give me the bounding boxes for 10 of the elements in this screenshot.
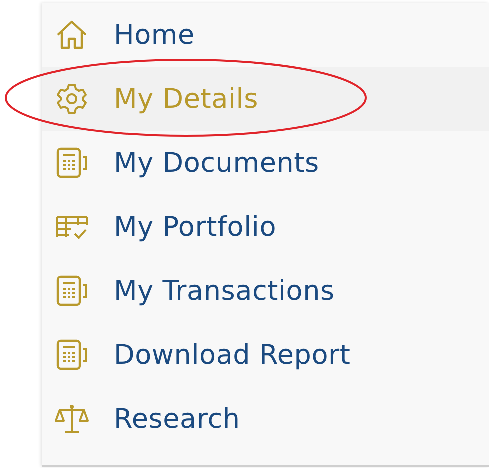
menu-item[interactable]: My Portfolio (42, 195, 489, 259)
menu-item[interactable]: Download Report (42, 323, 489, 387)
calculator-icon (54, 273, 90, 309)
calculator-icon (54, 337, 90, 373)
menu-item[interactable]: My Documents (42, 131, 489, 195)
menu-item[interactable]: Research (42, 387, 489, 451)
menu-item[interactable]: My Transactions (42, 259, 489, 323)
calculator-icon (54, 145, 90, 181)
settings-icon (54, 81, 90, 117)
menu-item[interactable]: Home (42, 3, 489, 67)
